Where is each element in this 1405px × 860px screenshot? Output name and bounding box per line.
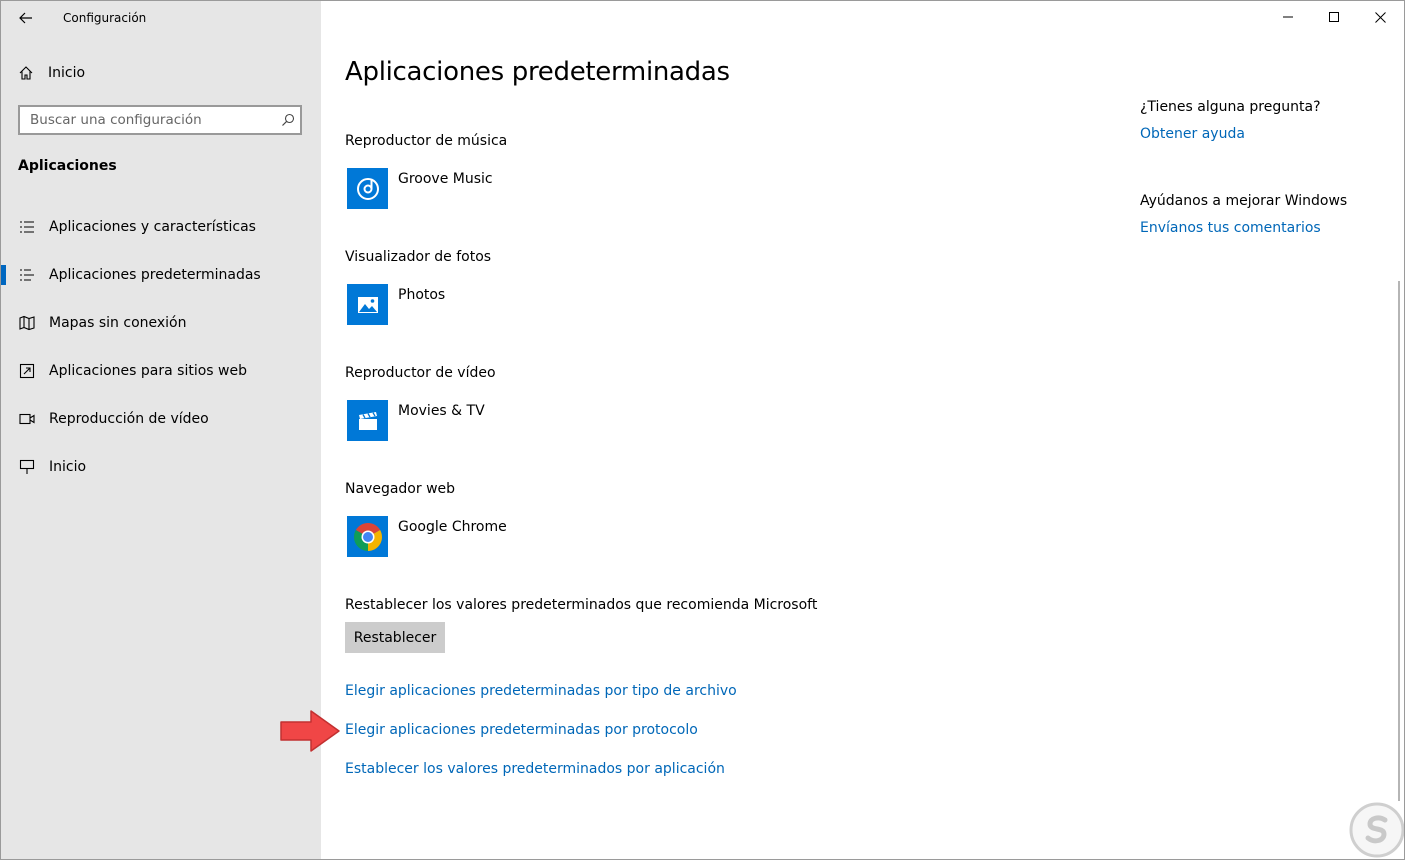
web-browser-label: Navegador web [345, 481, 456, 497]
sidebar-item-apps-features[interactable]: Aplicaciones y características [1, 203, 321, 251]
web-browser-app-button[interactable]: Google Chrome [347, 516, 507, 557]
maximize-icon [1329, 12, 1339, 22]
photos-icon [347, 284, 388, 325]
apps-features-icon [18, 218, 36, 236]
sidebar-item-apps-websites[interactable]: Aplicaciones para sitios web [1, 347, 321, 395]
default-apps-icon [18, 266, 36, 284]
maximize-button[interactable] [1311, 1, 1357, 33]
video-player-label: Reproductor de vídeo [345, 365, 496, 381]
search-icon[interactable] [276, 113, 300, 127]
video-playback-icon [18, 410, 36, 428]
choose-by-file-type-link[interactable]: Elegir aplicaciones predeterminadas por … [345, 683, 737, 699]
watermark-logo-icon [1349, 802, 1404, 858]
page-title: Aplicaciones predeterminadas [345, 57, 730, 87]
sidebar-item-offline-maps[interactable]: Mapas sin conexión [1, 299, 321, 347]
music-player-app-button[interactable]: Groove Music [347, 168, 493, 209]
settings-window: Configuración Inicio Aplicaciones [0, 0, 1405, 860]
sidebar-home[interactable]: Inicio [18, 65, 85, 81]
sidebar-item-label: Aplicaciones para sitios web [49, 363, 247, 379]
photo-viewer-label: Visualizador de fotos [345, 249, 492, 265]
groove-music-icon [347, 168, 388, 209]
apps-websites-icon [18, 362, 36, 380]
get-help-link[interactable]: Obtener ayuda [1140, 126, 1245, 142]
minimize-button[interactable] [1265, 1, 1311, 33]
back-arrow-icon [19, 12, 32, 24]
home-icon [19, 66, 33, 80]
video-player-app-button[interactable]: Movies & TV [347, 400, 485, 441]
sidebar-item-label: Aplicaciones y características [49, 219, 256, 235]
sidebar-item-label: Aplicaciones predeterminadas [49, 267, 261, 283]
photo-app-name: Photos [398, 287, 446, 303]
choose-by-protocol-link[interactable]: Elegir aplicaciones predeterminadas por … [345, 722, 698, 738]
search-input[interactable] [20, 111, 276, 129]
set-defaults-by-app-link[interactable]: Establecer los valores predeterminados p… [345, 761, 725, 777]
startup-icon [18, 458, 36, 476]
sidebar-item-default-apps[interactable]: Aplicaciones predeterminadas [1, 251, 321, 299]
minimize-icon [1283, 16, 1293, 18]
sidebar: Configuración Inicio Aplicaciones [1, 1, 321, 859]
search-box[interactable] [18, 105, 302, 135]
sidebar-item-video-playback[interactable]: Reproducción de vídeo [1, 395, 321, 443]
music-player-label: Reproductor de música [345, 133, 508, 149]
red-arrow-annotation [280, 710, 340, 752]
reset-button[interactable]: Restablecer [345, 622, 445, 653]
movies-tv-icon [347, 400, 388, 441]
sidebar-item-startup[interactable]: Inicio [1, 443, 321, 491]
sidebar-item-label: Reproducción de vídeo [49, 411, 209, 427]
sidebar-section-title: Aplicaciones [18, 158, 117, 174]
improve-windows-text: Ayúdanos a mejorar Windows [1140, 193, 1348, 209]
video-app-name: Movies & TV [398, 403, 485, 419]
sidebar-item-label: Mapas sin conexión [49, 315, 187, 331]
close-button[interactable] [1357, 1, 1403, 33]
music-app-name: Groove Music [398, 171, 493, 187]
offline-maps-icon [18, 314, 36, 332]
scrollbar[interactable] [1398, 281, 1400, 801]
close-icon [1374, 11, 1386, 23]
chrome-icon [347, 516, 388, 557]
send-feedback-link[interactable]: Envíanos tus comentarios [1140, 220, 1321, 236]
sidebar-nav: Aplicaciones y características Aplicacio… [1, 203, 321, 491]
sidebar-item-label: Inicio [49, 459, 87, 475]
reset-description: Restablecer los valores predeterminados … [345, 597, 818, 613]
window-title: Configuración [63, 11, 147, 25]
help-question: ¿Tienes alguna pregunta? [1140, 99, 1321, 115]
photo-viewer-app-button[interactable]: Photos [347, 284, 445, 325]
browser-app-name: Google Chrome [398, 519, 507, 535]
sidebar-home-label: Inicio [48, 65, 86, 81]
back-button[interactable] [13, 7, 39, 29]
